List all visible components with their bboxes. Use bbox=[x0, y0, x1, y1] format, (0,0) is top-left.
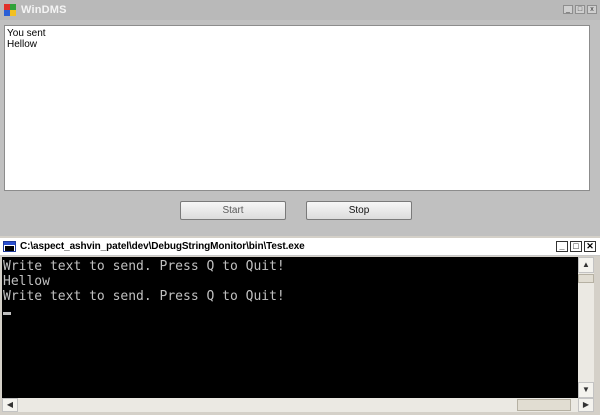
scroll-up-arrow-icon[interactable]: ▲ bbox=[578, 257, 594, 273]
console-titlebar[interactable]: C:\aspect_ashvin_patel\dev\DebugStringMo… bbox=[0, 238, 600, 256]
maximize-icon[interactable]: □ bbox=[570, 241, 582, 252]
close-icon[interactable]: x bbox=[587, 5, 597, 14]
console-title: C:\aspect_ashvin_patel\dev\DebugStringMo… bbox=[20, 241, 305, 252]
scroll-down-arrow-icon[interactable]: ▼ bbox=[578, 382, 594, 398]
horizontal-scroll-thumb[interactable] bbox=[517, 399, 571, 411]
vertical-scroll-thumb[interactable] bbox=[578, 274, 594, 283]
console-line: Hellow bbox=[3, 274, 50, 289]
console-output[interactable]: Write text to send. Press Q to Quit! Hel… bbox=[2, 257, 578, 398]
minimize-icon[interactable]: _ bbox=[556, 241, 568, 252]
message-line: Hellow bbox=[7, 39, 38, 50]
scroll-left-arrow-icon[interactable]: ◀ bbox=[2, 398, 18, 412]
maximize-icon[interactable]: □ bbox=[575, 5, 585, 14]
windms-window-controls: _ □ x bbox=[563, 5, 597, 14]
windms-title: WinDMS bbox=[21, 4, 67, 16]
console-icon bbox=[3, 241, 16, 252]
console-line: Write text to send. Press Q to Quit! bbox=[3, 259, 285, 274]
vertical-scrollbar[interactable]: ▲ ▼ bbox=[578, 257, 594, 398]
console-line: Write text to send. Press Q to Quit! bbox=[3, 289, 285, 304]
console-window-controls: _ □ ✕ bbox=[556, 241, 596, 252]
windms-window: WinDMS _ □ x You sent Hellow Start Stop bbox=[0, 0, 600, 236]
windows-logo-icon bbox=[4, 4, 16, 16]
console-cursor bbox=[3, 312, 11, 315]
stop-button[interactable]: Stop bbox=[306, 201, 412, 220]
console-window: C:\aspect_ashvin_patel\dev\DebugStringMo… bbox=[0, 238, 600, 415]
horizontal-scrollbar[interactable]: ◀ ▶ bbox=[2, 398, 594, 412]
received-messages-textbox[interactable]: You sent Hellow bbox=[4, 25, 590, 191]
close-icon[interactable]: ✕ bbox=[584, 241, 596, 252]
scroll-right-arrow-icon[interactable]: ▶ bbox=[578, 398, 594, 412]
windms-titlebar[interactable]: WinDMS _ □ x bbox=[0, 0, 600, 20]
message-line: You sent bbox=[7, 28, 46, 39]
start-button[interactable]: Start bbox=[180, 201, 286, 220]
minimize-icon[interactable]: _ bbox=[563, 5, 573, 14]
